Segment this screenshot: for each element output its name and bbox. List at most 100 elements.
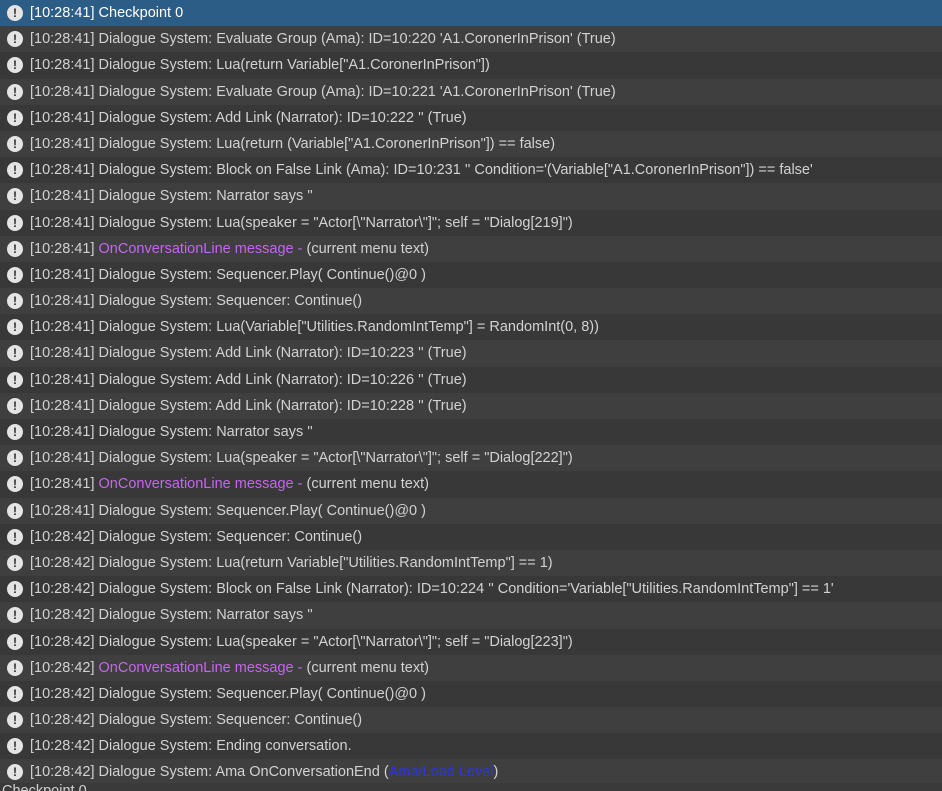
- log-timestamp: [10:28:41]: [30, 5, 95, 21]
- log-timestamp: [10:28:41]: [30, 293, 95, 310]
- log-text: Dialogue System: Block on False Link (Am…: [98, 162, 813, 179]
- log-text: Dialogue System: Add Link (Narrator): ID…: [98, 371, 467, 388]
- console-log-row[interactable]: ! [10:28:41] Dialogue System: Sequencer.P…: [0, 497, 942, 524]
- console-log-row[interactable]: ! [10:28:41] Dialogue System: Add Link (N…: [0, 392, 942, 419]
- info-exclamation-icon: !: [7, 214, 23, 231]
- info-exclamation-icon: !: [7, 424, 23, 440]
- console-log-row[interactable]: ! [10:28:41] Dialogue System: Evaluate Gr…: [0, 78, 942, 105]
- log-text: (current menu text): [306, 240, 429, 257]
- log-message: [10:28:41] Dialogue System: Add Link (Na…: [30, 393, 467, 419]
- console-log-row[interactable]: ! [10:28:41] Checkpoint 0: [0, 0, 942, 27]
- log-timestamp: [10:28:42]: [30, 685, 95, 702]
- console-log-row[interactable]: ! [10:28:42] Dialogue System: Sequencer: …: [0, 707, 942, 734]
- log-text: (current menu text): [306, 659, 429, 676]
- console-log-row[interactable]: ! [10:28:42] Dialogue System: Sequencer: …: [0, 523, 942, 550]
- console-log-row[interactable]: ! [10:28:42] Dialogue System: Narrator sa…: [0, 602, 942, 629]
- info-exclamation-icon: !: [7, 135, 23, 152]
- log-message: [10:28:41] OnConversationLine message - …: [30, 471, 429, 497]
- log-timestamp: [10:28:41]: [30, 83, 95, 100]
- log-timestamp: [10:28:41]: [30, 450, 95, 467]
- console-log-row[interactable]: ! [10:28:41] Dialogue System: Narrator sa…: [0, 183, 942, 210]
- log-text: Dialogue System: Narrator says '': [98, 188, 313, 205]
- console-log-row[interactable]: ! [10:28:41] Dialogue System: Evaluate Gr…: [0, 26, 942, 53]
- info-exclamation-icon: !: [7, 581, 23, 598]
- log-message: [10:28:42] Dialogue System: Sequencer.Pl…: [30, 681, 426, 707]
- console-log-row[interactable]: ! [10:28:41] Dialogue System: Lua(speaker…: [0, 209, 942, 236]
- console-log-row[interactable]: ! [10:28:41] Dialogue System: Lua(return …: [0, 52, 942, 79]
- console-log-row[interactable]: ! [10:28:42] Dialogue System: Lua(return …: [0, 549, 942, 577]
- log-timestamp: [10:28:41]: [30, 397, 95, 414]
- info-exclamation-icon: !: [7, 659, 23, 676]
- console-log-row[interactable]: ! [10:28:41] Dialogue System: Add Link (N…: [0, 366, 942, 393]
- console-log-row[interactable]: ! [10:28:41] Dialogue System: Add Link (N…: [0, 340, 942, 367]
- log-message: [10:28:42] Dialogue System: Ama OnConver…: [30, 759, 498, 785]
- info-exclamation-icon: !: [7, 764, 23, 781]
- log-timestamp: [10:28:41]: [30, 162, 95, 179]
- log-text: Dialogue System: Block on False Link (Na…: [98, 581, 834, 598]
- log-text: Dialogue System: Sequencer.Play( Continu…: [98, 266, 426, 283]
- info-exclamation-icon: !: [7, 31, 23, 48]
- log-text: Dialogue System: Add Link (Narrator): ID…: [98, 345, 467, 362]
- info-exclamation-icon: !: [7, 607, 23, 624]
- console-log-list[interactable]: ! [10:28:41] Checkpoint 0! [10:28:41] Dial…: [0, 0, 942, 791]
- info-exclamation-icon: !: [7, 188, 23, 205]
- log-text: Dialogue System: Narrator says '': [98, 607, 313, 624]
- console-log-row[interactable]: ! [10:28:41] Dialogue System: Lua(Variabl…: [0, 314, 942, 341]
- log-message: [10:28:41] Checkpoint 0: [30, 0, 183, 26]
- console-log-row[interactable]: ! [10:28:41] Dialogue System: Lua(return …: [0, 130, 942, 158]
- log-timestamp: [10:28:41]: [30, 266, 95, 283]
- console-log-row[interactable]: ! [10:28:41] Dialogue System: Sequencer.P…: [0, 261, 942, 289]
- console-log-row[interactable]: ! [10:28:42] Dialogue System: Lua(speaker…: [0, 628, 942, 655]
- log-link[interactable]: Ama/Load Level: [389, 764, 494, 780]
- log-message: [10:28:41] Dialogue System: Add Link (Na…: [30, 105, 467, 131]
- info-exclamation-icon: !: [7, 502, 23, 519]
- log-text: Dialogue System: Lua(return Variable["Ut…: [98, 554, 553, 571]
- log-timestamp: [10:28:42]: [30, 581, 95, 598]
- console-log-row[interactable]: ! [10:28:42] Dialogue System: Ending conv…: [0, 733, 942, 760]
- log-text: Dialogue System: Sequencer: Continue(): [98, 528, 363, 545]
- log-text: (current menu text): [306, 476, 429, 493]
- console-log-row[interactable]: ! [10:28:42] Dialogue System: Ama OnConve…: [0, 759, 942, 786]
- log-message: [10:28:41] Dialogue System: Sequencer: C…: [30, 288, 362, 314]
- log-timestamp: [10:28:42]: [30, 554, 95, 571]
- console-log-row[interactable]: ! [10:28:42] Dialogue System: Block on Fa…: [0, 576, 942, 603]
- log-message: [10:28:41] Dialogue System: Evaluate Gro…: [30, 26, 616, 52]
- log-message: [10:28:41] Dialogue System: Add Link (Na…: [30, 340, 467, 366]
- console-log-row[interactable]: ! [10:28:41] Dialogue System: Narrator sa…: [0, 419, 942, 446]
- log-timestamp: [10:28:41]: [30, 502, 95, 519]
- console-log-row[interactable]: ! [10:28:42] Dialogue System: Sequencer.P…: [0, 680, 942, 708]
- console-log-row[interactable]: ! [10:28:41] Dialogue System: Lua(speaker…: [0, 445, 942, 472]
- log-text: Dialogue System: Lua(return Variable["A1…: [98, 57, 490, 74]
- console-log-row[interactable]: ! [10:28:41] Dialogue System: Block on Fa…: [0, 157, 942, 184]
- log-message: [10:28:42] Dialogue System: Lua(return V…: [30, 550, 553, 576]
- log-text: Dialogue System: Add Link (Narrator): ID…: [98, 397, 467, 414]
- log-highlight-text: OnConversationLine message -: [98, 659, 307, 676]
- console-log-row[interactable]: ! [10:28:42] OnConversationLine message -…: [0, 654, 942, 681]
- log-timestamp: [10:28:42]: [30, 764, 95, 781]
- log-message: [10:28:41] OnConversationLine message - …: [30, 236, 429, 262]
- log-message: [10:28:42] OnConversationLine message - …: [30, 655, 429, 681]
- log-text: Dialogue System: Evaluate Group (Ama): I…: [98, 31, 616, 48]
- log-text: Dialogue System: Sequencer.Play( Continu…: [98, 685, 426, 702]
- log-highlight-text: OnConversationLine message -: [98, 240, 307, 257]
- log-timestamp: [10:28:41]: [30, 57, 95, 74]
- log-timestamp: [10:28:41]: [30, 31, 95, 48]
- log-message: Checkpoint 0: [2, 783, 87, 791]
- log-text: Dialogue System: Lua(Variable["Utilities…: [98, 319, 599, 336]
- info-exclamation-icon: !: [7, 5, 23, 21]
- log-timestamp: [10:28:41]: [30, 135, 95, 152]
- console-log-row[interactable]: ! [10:28:41] Dialogue System: Sequencer: …: [0, 288, 942, 315]
- log-message: [10:28:41] Dialogue System: Narrator say…: [30, 183, 313, 209]
- console-log-row[interactable]: ! [10:28:41] Dialogue System: Add Link (N…: [0, 104, 942, 131]
- log-timestamp: [10:28:41]: [30, 424, 95, 440]
- log-message: [10:28:41] Dialogue System: Lua(return V…: [30, 52, 490, 78]
- log-timestamp: [10:28:41]: [30, 319, 95, 336]
- log-text: Dialogue System: Sequencer.Play( Continu…: [98, 502, 426, 519]
- log-timestamp: [10:28:42]: [30, 738, 95, 755]
- log-text: Dialogue System: Add Link (Narrator): ID…: [98, 109, 467, 126]
- console-log-row[interactable]: ! [10:28:41] OnConversationLine message -…: [0, 471, 942, 498]
- console-log-row-partial[interactable]: Checkpoint 0: [0, 783, 942, 791]
- console-log-row[interactable]: ! [10:28:41] OnConversationLine message -…: [0, 235, 942, 262]
- info-exclamation-icon: !: [7, 685, 23, 702]
- info-exclamation-icon: !: [7, 554, 23, 571]
